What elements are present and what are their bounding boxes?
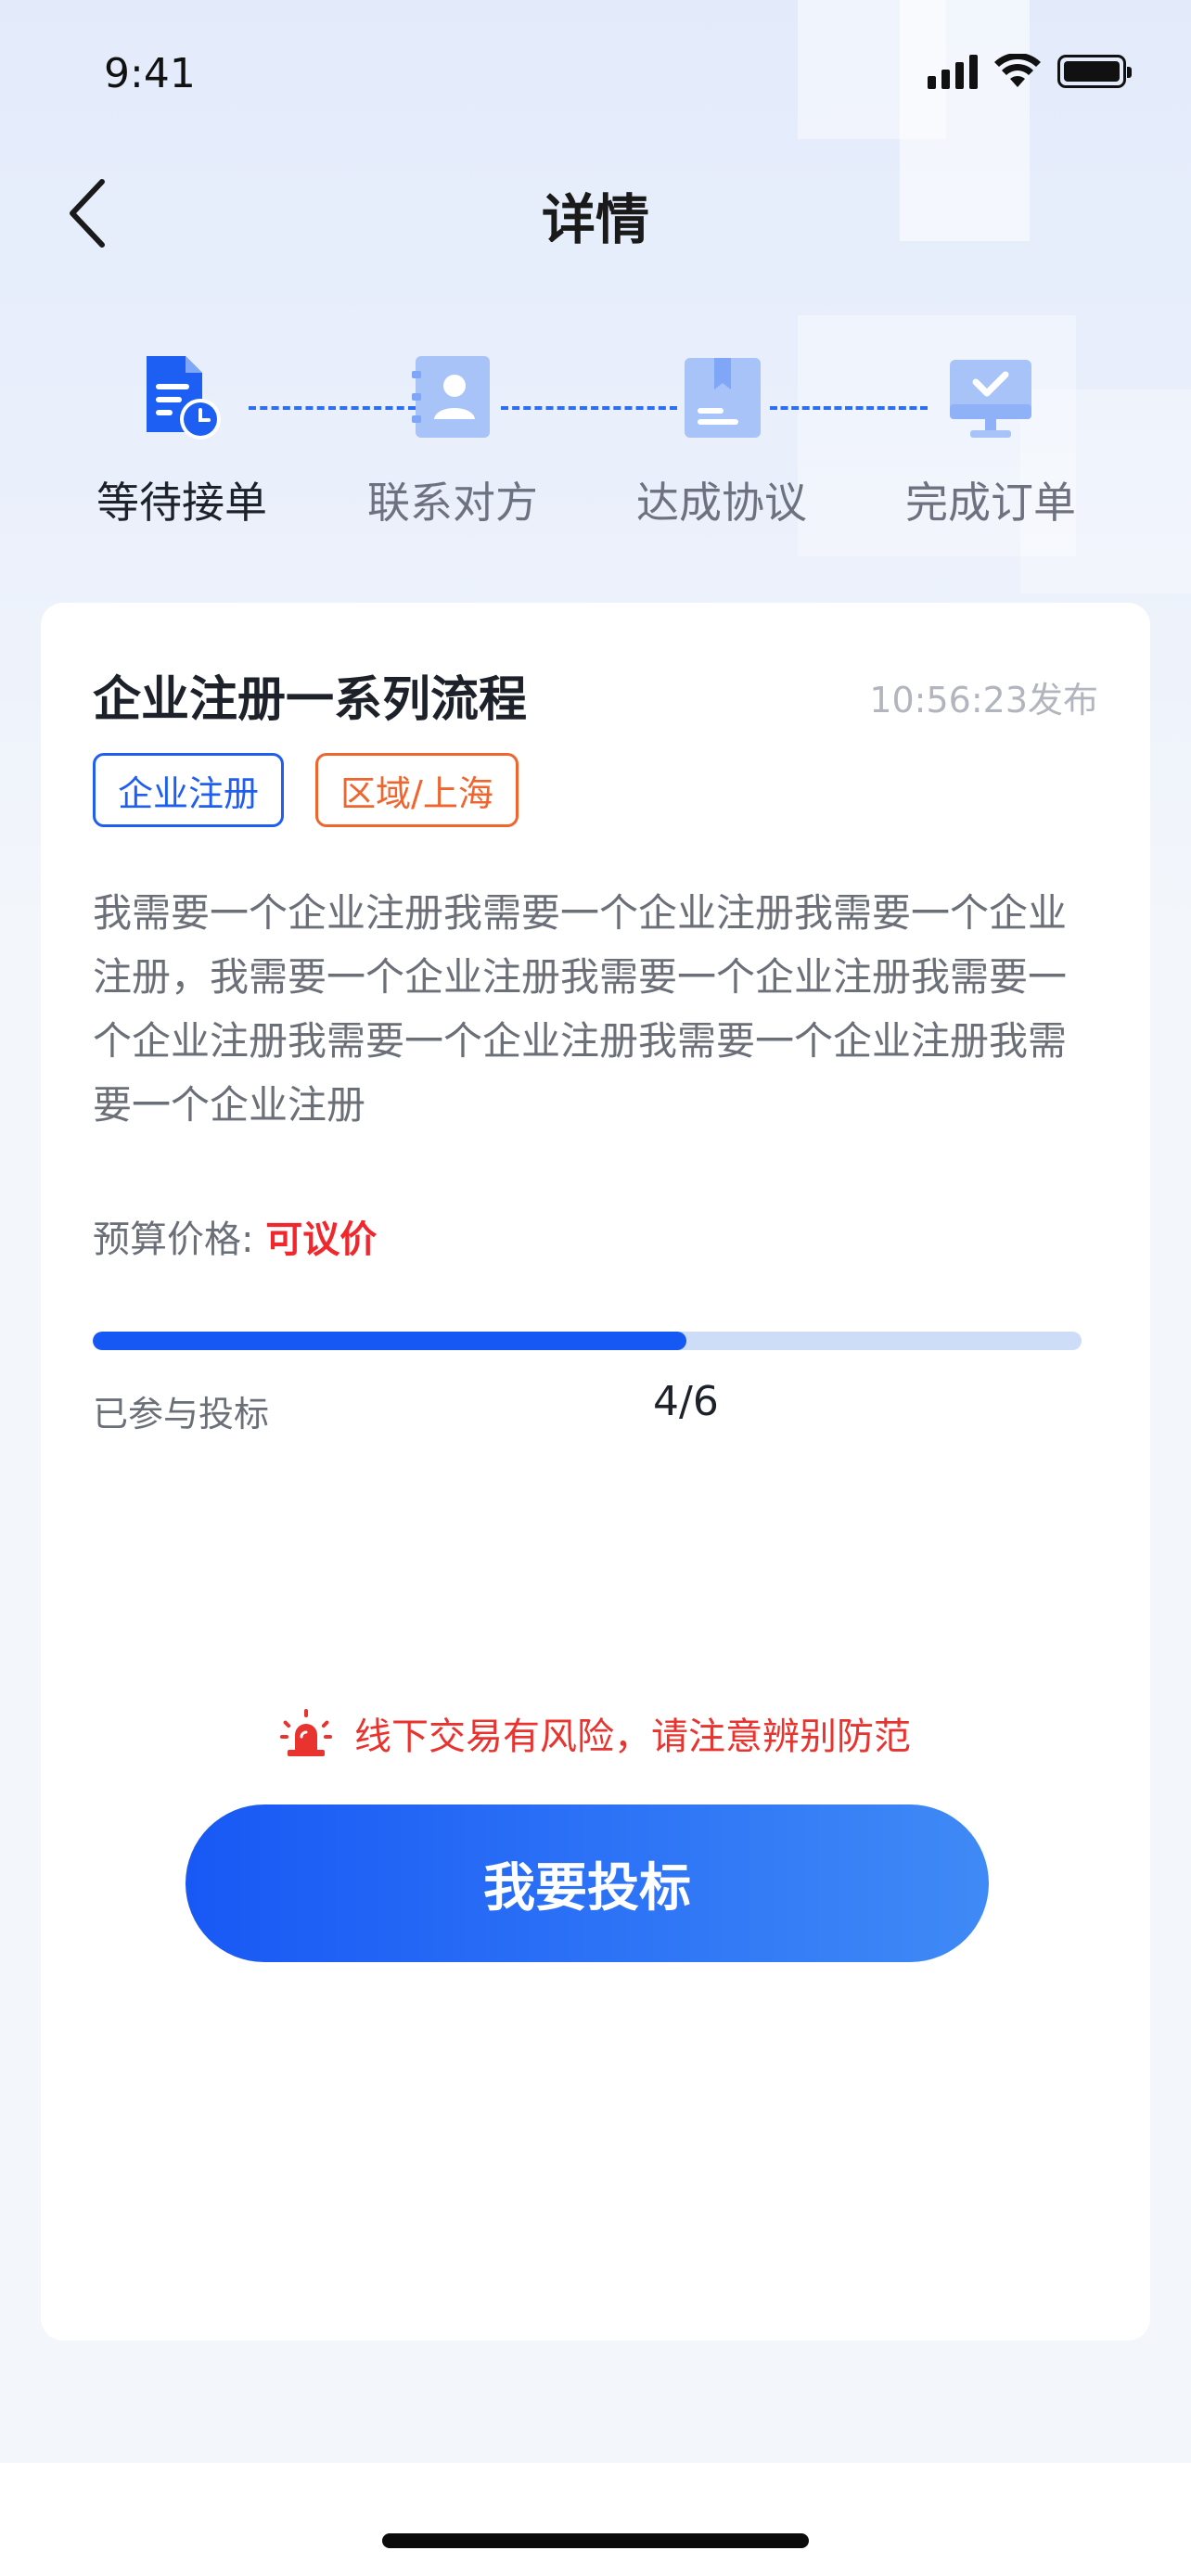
agreement-book-icon [685, 358, 761, 438]
status-time: 9:41 [104, 50, 196, 97]
bid-count: 4/6 [653, 1378, 719, 1425]
step-label: 达成协议 [636, 478, 807, 528]
step-label: 完成订单 [905, 478, 1076, 528]
progress-steps: 等待接单 联系对方 达成协议 完成订单 [0, 352, 1191, 556]
publish-time: 10:56:23发布 [869, 680, 1098, 721]
step-agreement: 达成协议 [601, 352, 842, 530]
wifi-icon [994, 54, 1041, 87]
bid-label: 已参与投标 [93, 1394, 270, 1435]
status-bar: 9:41 [0, 0, 1191, 139]
tag-category: 企业注册 [93, 753, 285, 827]
order-title: 企业注册一系列流程 [93, 672, 528, 728]
tag-region: 区域/上海 [315, 753, 519, 827]
order-card: 企业注册一系列流程 10:56:23发布 企业注册 区域/上海 我需要一个企业注… [41, 603, 1150, 2340]
budget-label: 预算价格: [93, 1218, 254, 1261]
budget-value: 可议价 [265, 1218, 378, 1261]
page-title: 详情 [541, 188, 649, 251]
bid-button[interactable]: 我要投标 [186, 1804, 989, 1962]
step-complete: 完成订单 [870, 352, 1111, 530]
clipboard-clock-icon [147, 356, 221, 440]
step-label: 联系对方 [367, 478, 538, 528]
alarm-light-icon [280, 1709, 332, 1756]
contact-book-icon [412, 356, 490, 438]
step-label: 等待接单 [96, 478, 267, 528]
home-indicator[interactable] [382, 2533, 809, 2548]
home-area [0, 2463, 1191, 2576]
risk-warning-text: 线下交易有风险，请注意辨别防范 [354, 1715, 911, 1758]
nav-bar: 详情 [0, 158, 1191, 269]
signal-icon [928, 54, 978, 89]
budget-row: 预算价格: 可议价 [93, 1209, 377, 1263]
bid-progress-fill [93, 1332, 686, 1350]
order-description: 我需要一个企业注册我需要一个企业注册我需要一个企业注册，我需要一个企业注册我需要… [93, 890, 1068, 1128]
step-contact: 联系对方 [332, 352, 573, 530]
battery-icon [1057, 55, 1132, 88]
monitor-check-icon [950, 360, 1031, 438]
tag-list: 企业注册 区域/上海 [93, 753, 519, 827]
risk-warning: 线下交易有风险，请注意辨别防范 [41, 1706, 1150, 1760]
bid-progress-track [93, 1332, 1082, 1350]
step-waiting: 等待接单 [61, 352, 302, 530]
